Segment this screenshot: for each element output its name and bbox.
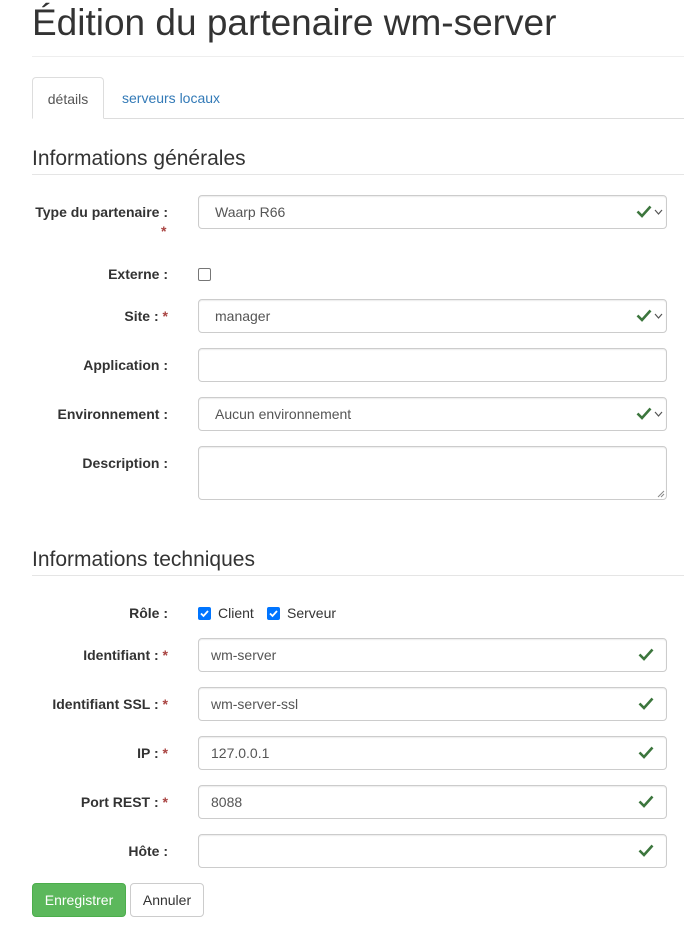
rest-port-input[interactable]: 8088 [198,785,667,819]
chevron-down-icon [654,313,663,319]
required-marker: * [162,794,168,810]
valid-check-icon [636,309,652,322]
partner-type-label: Type du partenaire : [35,204,168,220]
required-marker: * [162,308,168,324]
external-checkbox[interactable] [198,268,211,281]
cancel-button[interactable]: Annuler [130,883,204,917]
application-input[interactable] [198,348,667,382]
resize-handle-icon[interactable] [657,490,665,498]
description-textarea[interactable] [198,446,667,500]
save-button[interactable]: Enregistrer [32,883,126,917]
section-title-general: Informations générales [32,147,246,170]
checkmark-icon [200,610,209,618]
identifier-value: wm-server [211,647,277,663]
host-label: Hôte : [128,843,168,859]
external-label: Externe : [108,266,168,282]
checkmark-icon [269,610,278,618]
ssl-identifier-label: Identifiant SSL : * [52,696,168,712]
ssl-identifier-value: wm-server-ssl [211,696,299,712]
ip-label: IP : * [137,745,168,761]
title-divider [32,56,684,57]
valid-check-icon [636,205,652,218]
partner-type-select[interactable]: Waarp R66 [198,195,667,229]
role-server-checkbox[interactable] [267,607,280,620]
valid-check-icon [638,795,654,808]
ip-label-text: IP : [137,745,159,761]
environment-label: Environnement : [57,406,168,422]
environment-value: Aucun environnement [215,406,352,422]
tab-local-servers[interactable]: serveurs locaux [107,77,235,119]
valid-check-icon [638,844,654,857]
host-input[interactable] [198,834,667,868]
ssl-identifier-label-text: Identifiant SSL : [52,696,159,712]
ip-value: 127.0.0.1 [211,745,270,761]
valid-check-icon [638,746,654,759]
required-marker: * [162,696,168,712]
valid-check-icon [636,407,652,420]
valid-check-icon [638,648,654,661]
chevron-down-icon [654,209,663,215]
partner-type-value: Waarp R66 [215,204,286,220]
role-server-label: Serveur [287,605,337,621]
identifier-label-text: Identifiant : [83,647,159,663]
identifier-label: Identifiant : * [83,647,168,663]
site-label-text: Site : [124,308,159,324]
section-divider-technical [32,575,684,576]
required-marker: * [162,745,168,761]
ssl-identifier-input[interactable]: wm-server-ssl [198,687,667,721]
site-value: manager [215,308,271,324]
section-title-technical: Informations techniques [32,548,255,571]
site-label: Site : * [124,308,168,324]
identifier-input[interactable]: wm-server [198,638,667,672]
valid-check-icon [638,697,654,710]
required-marker: * [162,647,168,663]
page-title: Édition du partenaire wm-server [32,2,557,43]
environment-select[interactable]: Aucun environnement [198,397,667,431]
role-client-label: Client [218,605,254,621]
rest-port-value: 8088 [211,794,243,810]
rest-port-label-text: Port REST : [80,794,159,810]
section-divider-general [32,174,684,175]
tab-details[interactable]: détails [32,77,104,119]
required-marker: * [161,223,167,239]
rest-port-label: Port REST : * [81,794,168,810]
role-label: Rôle : [129,605,168,621]
tab-bar: détails serveurs locaux [32,77,684,119]
site-select[interactable]: manager [198,299,667,333]
ip-input[interactable]: 127.0.0.1 [198,736,667,770]
application-label: Application : [83,357,168,373]
description-label: Description : [82,455,168,471]
chevron-down-icon [654,411,663,417]
role-client-checkbox[interactable] [198,607,211,620]
